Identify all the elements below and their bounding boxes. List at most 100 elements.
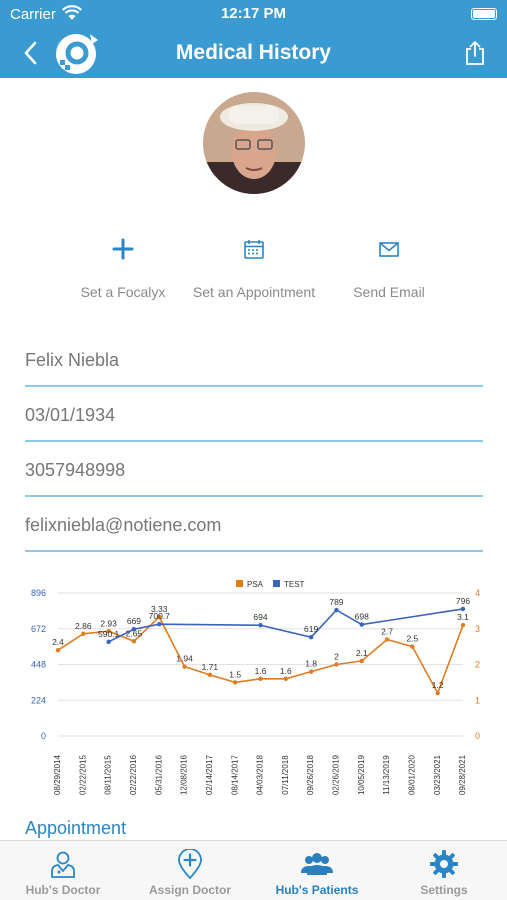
data-point-test <box>308 635 314 640</box>
right-tick-label: 1 <box>475 695 480 705</box>
data-label-psa: 1.2 <box>432 680 444 690</box>
tab-assign-doctor[interactable]: Assign Doctor <box>127 841 253 900</box>
tab-hubs-doctor-label: Hub's Doctor <box>25 883 101 897</box>
data-label-psa: 1.6 <box>255 666 267 676</box>
data-label-test: 700.7 <box>149 611 171 621</box>
data-point-psa <box>334 662 339 667</box>
tab-hubs-doctor[interactable]: Hub's Doctor <box>0 841 126 900</box>
nav-bar: Medical History <box>0 30 507 78</box>
data-point-test <box>359 622 364 627</box>
legend-swatch-test <box>273 580 280 587</box>
data-point-psa <box>460 622 466 628</box>
psa-test-chart: 0 224 448 672 896 0 1 2 3 4 08/29/2014 02/22/2015 08… <box>31 580 480 795</box>
tab-bar: Hub's Doctor Assign Doctor Hub's Patient… <box>0 840 507 900</box>
map-pin-plus-icon <box>127 848 253 880</box>
x-tick-label: 02/26/2019 <box>332 754 341 795</box>
x-tick-label: 07/11/2018 <box>281 755 290 795</box>
patient-phone-field[interactable]: 3057948998 <box>25 460 483 490</box>
data-point-psa <box>55 648 61 653</box>
data-label-psa: 2.93 <box>100 618 117 628</box>
patients-icon <box>254 849 380 879</box>
data-point-psa <box>232 680 238 685</box>
x-tick-label: 08/11/2015 <box>104 755 113 795</box>
set-focalyx-button[interactable]: Set a Focalyx <box>79 238 167 300</box>
right-tick-label: 2 <box>475 660 480 670</box>
gear-icon <box>381 849 507 879</box>
data-label-psa: 2.1 <box>356 648 368 658</box>
x-tick-label: 08/14/2017 <box>230 754 239 795</box>
data-label-psa: 2.7 <box>381 626 393 636</box>
data-point-test <box>106 639 111 645</box>
data-label-psa: 2.4 <box>52 637 64 647</box>
tab-assign-doctor-label: Assign Doctor <box>148 883 231 897</box>
x-tick-label: 11/13/2019 <box>382 755 391 795</box>
data-label-psa: 2.86 <box>75 621 92 631</box>
data-point-psa <box>182 664 187 669</box>
patient-dob-field[interactable]: 03/01/1934 <box>25 405 483 435</box>
data-label-test: 694 <box>253 612 267 622</box>
data-point-psa <box>283 676 289 681</box>
tab-hubs-patients-label: Hub's Patients <box>275 883 359 897</box>
field-divider <box>25 495 483 497</box>
status-bar: Carrier 12:17 PM <box>0 0 507 30</box>
legend-label-psa: PSA <box>247 580 264 589</box>
data-label-psa: 1.8 <box>305 659 317 669</box>
data-point-psa <box>207 672 213 678</box>
x-tick-label: 04/03/2018 <box>256 754 265 795</box>
clock: 12:17 PM <box>220 5 287 22</box>
data-label-psa: 2.5 <box>406 634 418 644</box>
x-tick-label: 08/29/2014 <box>53 754 62 795</box>
x-tick-label: 09/28/2021 <box>458 754 467 795</box>
plus-icon <box>79 238 167 264</box>
data-label-psa: 1.6 <box>280 666 292 676</box>
appointment-heading: Appointment <box>25 818 127 838</box>
tab-settings-label: Settings <box>420 883 468 897</box>
legend-label-test: TEST <box>284 580 305 589</box>
tab-hubs-patients[interactable]: Hub's Patients <box>254 841 380 900</box>
doctor-icon <box>0 849 126 879</box>
data-label-test: 590.1 <box>98 629 120 639</box>
data-label-psa: 3.1 <box>457 612 469 622</box>
patient-name-field[interactable]: Felix Niebla <box>25 350 483 380</box>
data-label-psa: 2 <box>334 652 339 662</box>
right-tick-label: 3 <box>475 624 480 634</box>
x-tick-label: 05/31/2016 <box>154 754 163 795</box>
tab-settings[interactable]: Settings <box>381 841 507 900</box>
set-appointment-button[interactable]: Set an Appointment <box>190 238 318 300</box>
x-tick-label: 12/08/2016 <box>180 754 189 795</box>
x-tick-label: 03/23/2021 <box>433 754 442 795</box>
field-divider <box>25 385 483 387</box>
x-tick-label: 02/14/2017 <box>205 754 214 795</box>
mail-icon <box>348 238 430 264</box>
set-focalyx-label: Set a Focalyx <box>80 284 166 300</box>
calendar-icon <box>190 238 318 264</box>
left-tick-label: 448 <box>31 660 46 670</box>
data-point-test <box>157 621 162 627</box>
battery-icon <box>471 8 497 20</box>
data-point-test <box>131 627 137 632</box>
data-point-test <box>258 623 263 628</box>
x-tick-label: 08/01/2020 <box>407 754 416 795</box>
x-tick-label: 10/05/2019 <box>357 754 366 795</box>
data-point-psa <box>258 676 263 681</box>
data-label-test: 669 <box>127 616 141 626</box>
data-label-psa: 1.71 <box>202 662 219 672</box>
legend-swatch-psa <box>236 580 243 587</box>
left-tick-label: 672 <box>31 624 46 634</box>
set-appointment-label: Set an Appointment <box>192 284 316 300</box>
x-tick-label: 09/26/2018 <box>306 754 315 795</box>
x-tick-label: 02/22/2015 <box>78 754 87 795</box>
patient-email-field[interactable]: felixniebla@notiene.com <box>25 515 483 545</box>
field-divider <box>25 440 483 442</box>
data-point-psa <box>384 637 390 642</box>
data-point-test <box>334 607 339 613</box>
send-email-button[interactable]: Send Email <box>348 238 430 300</box>
field-divider <box>25 550 483 552</box>
data-point-psa <box>435 690 440 696</box>
data-point-psa <box>308 669 314 674</box>
data-point-test <box>460 606 466 612</box>
share-icon[interactable] <box>465 40 485 71</box>
patient-avatar <box>203 92 305 194</box>
right-tick-label: 0 <box>475 731 480 741</box>
data-point-psa <box>410 644 415 649</box>
